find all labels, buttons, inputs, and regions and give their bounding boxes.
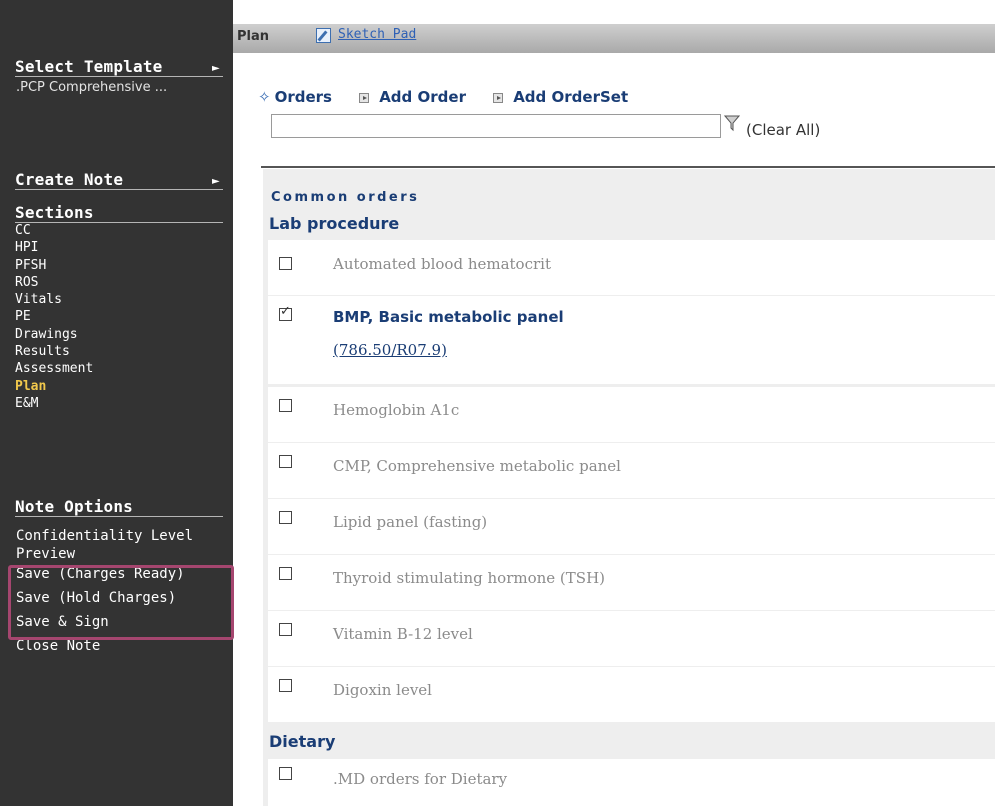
option-confidentiality-level[interactable]: Confidentiality Level [16, 524, 193, 548]
sidebar-item-hpi[interactable]: HPI [15, 239, 93, 256]
order-checkbox[interactable] [279, 455, 292, 468]
note-options-title: Note Options [15, 497, 133, 516]
list-item[interactable]: Vitamin B-12 level [268, 611, 995, 666]
option-preview[interactable]: Preview [16, 546, 193, 562]
save-options-highlight [8, 565, 234, 640]
note-options-underline [15, 516, 223, 517]
order-checkbox[interactable] [279, 257, 292, 270]
sidebar-item-pe[interactable]: PE [15, 308, 93, 325]
list-item[interactable]: .MD orders for Dietary [268, 759, 995, 806]
filter-icon[interactable] [724, 114, 740, 132]
order-label: Lipid panel (fasting) [333, 513, 488, 531]
order-label: Vitamin B-12 level [333, 625, 473, 643]
list-item[interactable]: Lipid panel (fasting) [268, 499, 995, 554]
order-label: Hemoglobin A1c [333, 401, 460, 419]
list-item[interactable]: BMP, Basic metabolic panel (786.50/R07.9… [268, 296, 995, 384]
sidebar-item-em[interactable]: E&M [15, 395, 93, 412]
order-label: Automated blood hematocrit [333, 255, 551, 273]
add-order-icon[interactable] [359, 92, 370, 103]
sidebar: Select Template ► .PCP Comprehensive ...… [0, 0, 234, 806]
sidebar-item-plan[interactable]: Plan [15, 378, 93, 395]
create-note-label: Create Note [15, 170, 124, 189]
sidebar-item-vitals[interactable]: Vitals [15, 291, 93, 308]
current-section-label: Plan [237, 29, 270, 44]
sidebar-item-assessment[interactable]: Assessment [15, 360, 93, 377]
select-template-underline [15, 76, 223, 77]
create-note-menu[interactable]: Create Note [15, 170, 223, 190]
note-options-heading: Note Options [15, 497, 223, 517]
clear-all-button[interactable]: (Clear All) [746, 121, 820, 139]
sidebar-item-results[interactable]: Results [15, 343, 93, 360]
orders-toolbar: ✧ Orders Add Order Add OrderSet [258, 88, 628, 106]
order-label: CMP, Comprehensive metabolic panel [333, 457, 621, 475]
sketch-pad-icon[interactable] [316, 28, 331, 43]
orders-link[interactable]: Orders [275, 88, 332, 106]
divider [261, 166, 995, 168]
order-label: Thyroid stimulating hormone (TSH) [333, 569, 605, 587]
order-checkbox[interactable] [279, 679, 292, 692]
order-checkbox-checked[interactable] [279, 304, 292, 321]
select-template-menu[interactable]: Select Template [15, 57, 223, 77]
order-label: Digoxin level [333, 681, 432, 699]
order-checkbox[interactable] [279, 511, 292, 524]
add-orderset-link[interactable]: Add OrderSet [513, 88, 628, 106]
diagnosis-code-link[interactable]: (786.50/R07.9) [333, 341, 447, 359]
dietary-heading: Dietary [269, 732, 336, 751]
select-template-label: Select Template [15, 57, 163, 76]
orders-toggle-icon[interactable]: ✧ [258, 88, 271, 106]
order-label: .MD orders for Dietary [333, 770, 508, 788]
list-item[interactable]: Digoxin level [268, 667, 995, 722]
template-value[interactable]: .PCP Comprehensive ... [16, 80, 167, 95]
sections-heading: Sections [15, 203, 223, 223]
section-header-bar: Plan Sketch Pad [233, 24, 995, 53]
sidebar-item-cc[interactable]: CC [15, 222, 93, 239]
add-order-link[interactable]: Add Order [379, 88, 466, 106]
sketch-pad-link[interactable]: Sketch Pad [338, 27, 416, 42]
orders-search-input[interactable] [271, 114, 721, 138]
common-orders-panel: Common orders Lab procedure Automated bl… [263, 169, 995, 806]
list-item[interactable]: Thyroid stimulating hormone (TSH) [268, 555, 995, 610]
list-item[interactable]: CMP, Comprehensive metabolic panel [268, 443, 995, 498]
create-note-underline [15, 189, 223, 190]
common-orders-title: Common orders [271, 190, 420, 205]
select-template-arrow-icon[interactable]: ► [212, 63, 220, 74]
create-note-arrow-icon[interactable]: ► [212, 176, 220, 187]
order-label: BMP, Basic metabolic panel [333, 308, 564, 326]
sidebar-item-pfsh[interactable]: PFSH [15, 257, 93, 274]
order-checkbox[interactable] [279, 567, 292, 580]
sidebar-item-drawings[interactable]: Drawings [15, 326, 93, 343]
sections-list: CC HPI PFSH ROS Vitals PE Drawings Resul… [15, 222, 93, 412]
lab-procedure-heading: Lab procedure [269, 214, 400, 233]
add-orderset-icon[interactable] [493, 92, 504, 103]
order-checkbox[interactable] [279, 767, 292, 780]
list-item[interactable]: Automated blood hematocrit [268, 240, 995, 295]
order-checkbox[interactable] [279, 399, 292, 412]
list-item[interactable]: Hemoglobin A1c [268, 387, 995, 442]
sidebar-item-ros[interactable]: ROS [15, 274, 93, 291]
order-checkbox[interactable] [279, 623, 292, 636]
sections-title: Sections [15, 203, 94, 222]
